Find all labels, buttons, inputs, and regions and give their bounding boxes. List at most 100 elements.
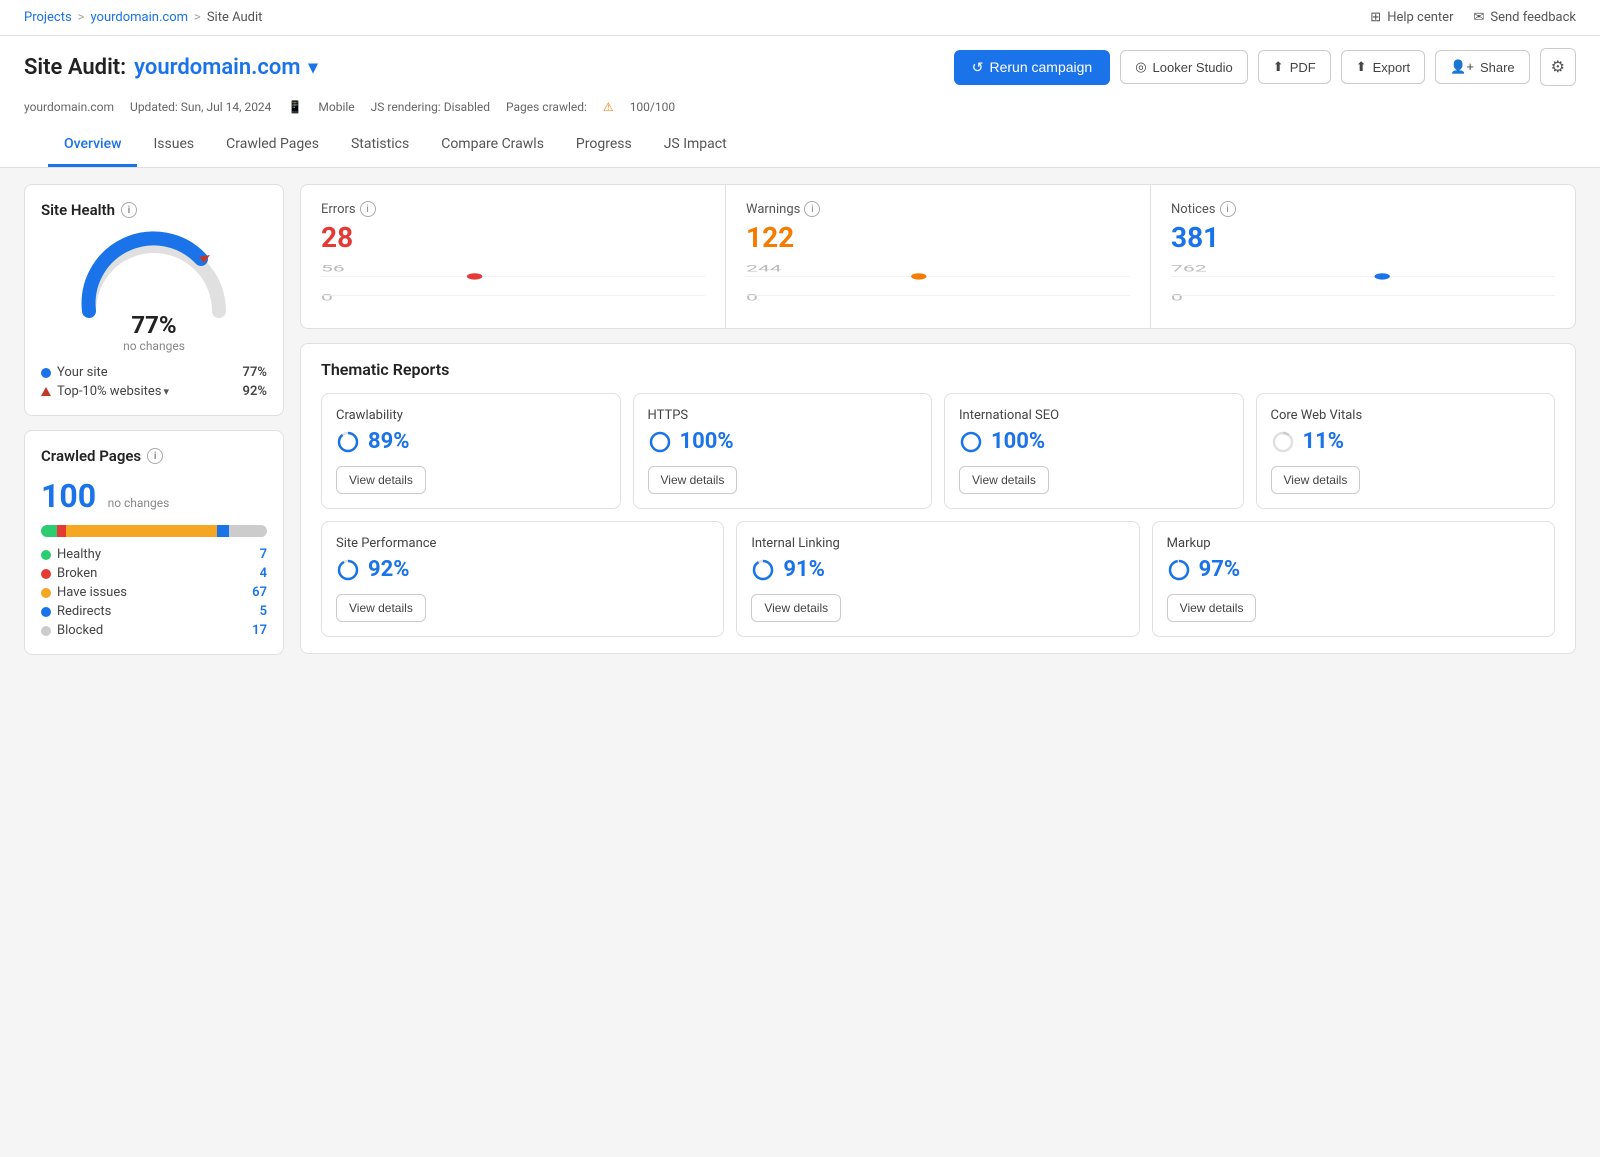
report-item: Markup 97% View details [1152,521,1555,637]
sidebar: Site Health i 77% no changes [24,184,284,752]
pdf-icon: ⬆ [1273,59,1284,75]
export-button[interactable]: ⬆ Export [1341,50,1425,84]
pdf-label: PDF [1290,60,1316,75]
legend-dot [41,626,51,636]
nav-tab-statistics[interactable]: Statistics [335,124,425,167]
thematic-reports-title: Thematic Reports [321,360,1555,379]
top-actions: ⊞ Help center ✉ Send feedback [1370,10,1576,25]
thematic-reports-row2: Site Performance 92% View details Intern… [321,521,1555,637]
breadcrumb-projects[interactable]: Projects [24,10,72,25]
share-button[interactable]: 👤+ Share [1435,50,1529,84]
stat-label: Notices i [1171,201,1555,217]
ring-icon [1271,430,1295,454]
crawled-legend: Healthy 7 Broken 4 Have issues 67 Redire… [41,547,267,638]
legend-item-label: Blocked [57,623,103,638]
legend-item-label: Broken [57,566,97,581]
progress-segment [57,525,66,537]
looker-studio-button[interactable]: ◎ Looker Studio [1120,50,1248,84]
report-percent-value: 11% [1303,429,1345,454]
stat-info-icon[interactable]: i [1220,201,1236,217]
view-details-button[interactable]: View details [648,466,738,494]
nav-tabs: OverviewIssuesCrawled PagesStatisticsCom… [24,124,1576,167]
stat-label-text: Warnings [746,202,800,217]
site-audit-label: Site Audit: [24,55,126,80]
device-icon: 📱 [287,100,302,114]
export-label: Export [1373,60,1411,75]
report-name: HTTPS [648,408,918,423]
help-center-link[interactable]: ⊞ Help center [1370,10,1453,25]
legend-dot [41,550,51,560]
breadcrumb: Projects > yourdomain.com > Site Audit [24,10,262,25]
meta-device: Mobile [318,100,354,114]
stat-info-icon[interactable]: i [804,201,820,217]
view-details-button[interactable]: View details [336,594,426,622]
report-percent-value: 91% [783,557,825,582]
report-name: Internal Linking [751,536,1124,551]
crawled-pages-info-icon[interactable]: i [147,448,163,464]
view-details-button[interactable]: View details [959,466,1049,494]
meta-updated: Updated: Sun, Jul 14, 2024 [130,100,271,114]
top-sites-label[interactable]: Top-10% websites [57,384,161,399]
send-feedback-link[interactable]: ✉ Send feedback [1473,10,1576,25]
ring-icon [648,430,672,454]
nav-tab-compare-crawls[interactable]: Compare Crawls [425,124,560,167]
stat-value: 28 [321,221,705,254]
meta-pages-crawled-label: Pages crawled: [506,100,587,114]
nav-tab-overview[interactable]: Overview [48,124,137,167]
top-sites-chevron[interactable]: ▾ [163,385,169,398]
crawled-legend-item: Blocked 17 [41,623,267,638]
mini-chart: 762 0 [1171,262,1555,312]
view-details-button[interactable]: View details [751,594,841,622]
report-item: Internal Linking 91% View details [736,521,1139,637]
crawled-legend-item: Have issues 67 [41,585,267,600]
view-details-button[interactable]: View details [1167,594,1257,622]
view-details-button[interactable]: View details [336,466,426,494]
stat-card: Notices i 381 762 0 [1151,185,1575,328]
domain-dropdown-chevron[interactable]: ▾ [308,57,317,78]
site-health-info-icon[interactable]: i [121,202,137,218]
legend-item-value[interactable]: 4 [260,566,267,581]
pdf-button[interactable]: ⬆ PDF [1258,50,1331,84]
breadcrumb-domain[interactable]: yourdomain.com [90,10,188,25]
settings-button[interactable]: ⚙ [1540,48,1576,86]
nav-tab-issues[interactable]: Issues [137,124,210,167]
nav-tab-crawled-pages[interactable]: Crawled Pages [210,124,335,167]
svg-text:56: 56 [321,263,345,273]
site-health-title: Site Health i [41,201,267,219]
stat-label: Errors i [321,201,705,217]
stat-value: 381 [1171,221,1555,254]
report-percent: 97% [1167,557,1540,582]
crawled-legend-item: Healthy 7 [41,547,267,562]
report-percent: 91% [751,557,1124,582]
legend-item-value[interactable]: 5 [260,604,267,619]
report-percent-value: 89% [368,429,410,454]
stat-value: 122 [746,221,1130,254]
thematic-reports-card: Thematic Reports Crawlability 89% View d… [300,343,1576,654]
nav-tab-progress[interactable]: Progress [560,124,648,167]
crawled-progress-bar [41,525,267,537]
legend-item-value[interactable]: 17 [252,623,267,638]
rerun-campaign-button[interactable]: ↺ Rerun campaign [954,50,1110,85]
view-details-button[interactable]: View details [1271,466,1361,494]
share-label: Share [1480,60,1515,75]
ring-icon [1167,558,1191,582]
report-percent-value: 100% [680,429,734,454]
legend-item-value[interactable]: 67 [252,585,267,600]
domain-title[interactable]: yourdomain.com [134,55,300,80]
legend-item-value[interactable]: 7 [260,547,267,562]
meta-domain: yourdomain.com [24,100,114,114]
top-bar: Projects > yourdomain.com > Site Audit ⊞… [0,0,1600,36]
breadcrumb-page: Site Audit [207,10,263,25]
legend-dot [41,569,51,579]
legend-your-site: Your site 77% [41,365,267,380]
gauge-subtext: no changes [123,339,185,353]
nav-tab-js-impact[interactable]: JS Impact [648,124,743,167]
mini-chart: 56 0 [321,262,705,312]
report-percent: 89% [336,429,606,454]
looker-label: Looker Studio [1153,60,1233,75]
mini-chart-svg: 56 0 [321,262,705,302]
warning-icon: ⚠ [603,100,614,114]
gauge-container: 77% no changes [41,231,267,353]
breadcrumb-sep1: > [78,10,85,25]
stat-info-icon[interactable]: i [360,201,376,217]
